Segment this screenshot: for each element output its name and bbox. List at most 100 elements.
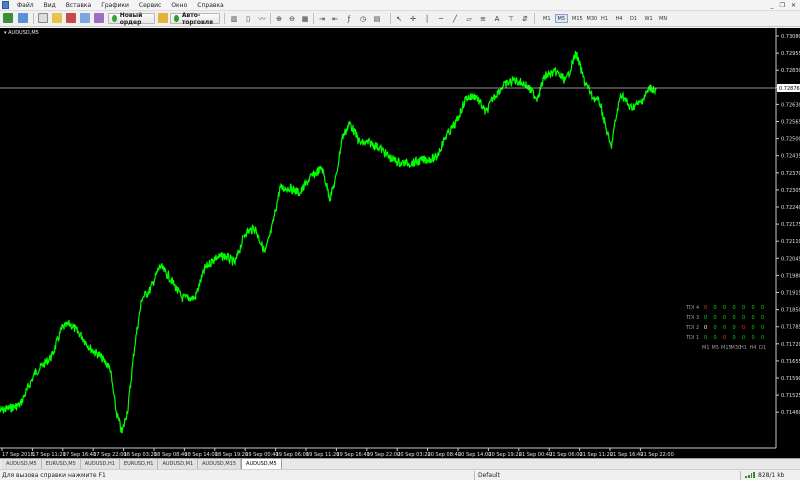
timeframe-mn[interactable]: MN bbox=[656, 14, 670, 23]
tdi-row-label: TDI 2 bbox=[685, 325, 699, 331]
price-label: 0.71655 bbox=[781, 359, 800, 365]
tdi-row-label: TDI 4 bbox=[685, 305, 699, 311]
terminal-window: Файл Вид Вставка Графики Сервис Окно Справка _… bbox=[0, 0, 800, 480]
tile-windows-icon[interactable]: ▦ bbox=[300, 13, 310, 24]
chart-tab[interactable]: EURUSD,M5 bbox=[41, 459, 81, 469]
traffic-status: 828/1 kb bbox=[758, 472, 785, 479]
chart-title: ▾ AUDUSD,M5 bbox=[4, 30, 39, 36]
zoom-in-icon[interactable]: ⊕ bbox=[274, 13, 284, 24]
chart-tabs: AUDUSD,M5 EURUSD,M5 AUDUSD,H1 EURUSD,H1 AUDU… bbox=[0, 458, 800, 469]
chart-tab[interactable]: AUDUSD,M15 bbox=[198, 459, 242, 469]
terminal-icon[interactable] bbox=[80, 13, 90, 23]
candlestick-icon[interactable]: ▯ bbox=[243, 13, 253, 24]
bar-chart-icon[interactable]: ▥ bbox=[229, 13, 239, 24]
price-label: 0.72305 bbox=[781, 188, 800, 194]
price-label: 0.71785 bbox=[781, 325, 800, 331]
chart-shift-icon[interactable]: ⇤ bbox=[330, 13, 340, 24]
trendline-icon[interactable]: ╱ bbox=[450, 13, 460, 24]
timeframe-d1[interactable]: D1 bbox=[627, 14, 640, 23]
chart-tab[interactable]: AUDUSD,M5 bbox=[2, 459, 42, 469]
zoom-out-icon[interactable]: ⊖ bbox=[287, 13, 297, 24]
chart-tab[interactable]: AUDUSD,M1 bbox=[158, 459, 199, 469]
tdi-value: 0 bbox=[742, 325, 745, 331]
tdi-value: 0 bbox=[733, 305, 736, 311]
chart-menu-arrow-icon[interactable]: ▾ bbox=[4, 30, 7, 36]
chart-tab[interactable]: EURUSD,H1 bbox=[119, 459, 159, 469]
menu-item-3[interactable]: Графики bbox=[96, 0, 134, 11]
new-order-button[interactable]: Новый ордер bbox=[108, 12, 155, 26]
menu-item-2[interactable]: Вставка bbox=[61, 0, 96, 11]
vertical-line-icon[interactable]: │ bbox=[422, 13, 432, 24]
tdi-value: 0 bbox=[752, 315, 755, 321]
tdi-column-label: D1 bbox=[759, 345, 766, 351]
fibonacci-icon[interactable]: ≡ bbox=[478, 13, 488, 24]
tdi-value: 0 bbox=[704, 315, 707, 321]
auto-trading-icon bbox=[174, 15, 179, 22]
price-label: 0.71720 bbox=[781, 342, 800, 348]
price-label: 0.73080 bbox=[781, 34, 800, 40]
toolbar: Новый ордер Авто-торговля ▥ ▯ 〰 ⊕ ⊖ ▦ ⇥ … bbox=[0, 11, 800, 27]
close-icon[interactable]: ✕ bbox=[791, 1, 796, 10]
menu-item-4[interactable]: Сервис bbox=[134, 0, 166, 11]
tdi-row-label: TDI 3 bbox=[685, 315, 699, 321]
tdi-value: 0 bbox=[742, 315, 745, 321]
tdi-value: 0 bbox=[733, 335, 736, 341]
profiles-icon[interactable] bbox=[18, 13, 28, 23]
connection-icon bbox=[745, 472, 755, 478]
timeframe-h4[interactable]: H4 bbox=[613, 14, 626, 23]
tdi-value: 0 bbox=[723, 305, 726, 311]
tdi-value: 0 bbox=[752, 305, 755, 311]
price-line bbox=[0, 50, 657, 434]
indicators-icon[interactable]: ƒ bbox=[344, 13, 354, 24]
templates-icon[interactable]: ▤ bbox=[372, 13, 382, 24]
horizontal-line-icon[interactable]: ─ bbox=[436, 13, 446, 24]
tdi-value: 0 bbox=[714, 315, 717, 321]
strategy-tester-icon[interactable] bbox=[94, 13, 104, 23]
price-label: 0.72045 bbox=[781, 256, 800, 262]
price-label: 0.72565 bbox=[781, 120, 800, 126]
timeframe-m5[interactable]: M5 bbox=[554, 14, 568, 23]
menu-item-1[interactable]: Вид bbox=[39, 0, 61, 11]
chart-tab[interactable]: AUDUSD,H1 bbox=[80, 459, 120, 469]
tdi-column-label: H1 bbox=[740, 345, 747, 351]
menu-item-0[interactable]: Файл bbox=[12, 0, 39, 11]
tdi-value: 0 bbox=[752, 335, 755, 341]
timeframe-w1[interactable]: W1 bbox=[642, 14, 656, 23]
text-icon[interactable]: A bbox=[492, 13, 502, 24]
arrows-icon[interactable]: ⇵ bbox=[520, 13, 530, 24]
tdi-value: 0 bbox=[714, 335, 717, 341]
periods-icon[interactable]: ◷ bbox=[358, 13, 368, 24]
menu-item-6[interactable]: Справка bbox=[192, 0, 228, 11]
tdi-value: 0 bbox=[761, 315, 764, 321]
profile-name: Default bbox=[478, 472, 500, 479]
menu-bar: Файл Вид Вставка Графики Сервис Окно Справка _… bbox=[0, 0, 800, 11]
navigator-icon[interactable] bbox=[66, 13, 76, 23]
restore-icon[interactable]: ❐ bbox=[780, 1, 785, 10]
new-order-icon bbox=[112, 15, 117, 22]
crosshair-icon[interactable]: ✛ bbox=[408, 13, 418, 24]
chart-tab[interactable]: AUDUSD,M5 bbox=[241, 459, 282, 469]
tdi-value: 0 bbox=[761, 335, 764, 341]
timeframe-m1[interactable]: M1 bbox=[540, 14, 554, 23]
price-label: 0.71850 bbox=[781, 308, 800, 314]
minimize-icon[interactable]: _ bbox=[771, 1, 774, 10]
meta-editor-icon[interactable] bbox=[158, 13, 168, 23]
chart-canvas[interactable]: 0.730800.729550.728300.727650.726300.725… bbox=[0, 28, 800, 458]
auto-trading-button[interactable]: Авто-торговля bbox=[170, 12, 220, 26]
timeframe-h1[interactable]: H1 bbox=[598, 14, 611, 23]
cursor-icon[interactable]: ↖ bbox=[394, 13, 404, 24]
price-label: 0.71590 bbox=[781, 376, 800, 382]
line-chart-icon[interactable]: 〰 bbox=[257, 13, 267, 24]
tdi-column-label: M5 bbox=[712, 345, 720, 351]
price-label: 0.72500 bbox=[781, 137, 800, 143]
chart-area[interactable]: 0.730800.729550.728300.727650.726300.725… bbox=[0, 28, 800, 458]
tdi-row-label: TDI 1 bbox=[685, 335, 699, 341]
menu-item-5[interactable]: Окно bbox=[166, 0, 192, 11]
label-icon[interactable]: ⊤ bbox=[506, 13, 516, 24]
equidistant-channel-icon[interactable]: ▱ bbox=[464, 13, 474, 24]
market-watch-icon[interactable] bbox=[38, 13, 48, 23]
new-chart-icon[interactable] bbox=[3, 13, 13, 23]
auto-scroll-icon[interactable]: ⇥ bbox=[317, 13, 327, 24]
data-window-icon[interactable] bbox=[52, 13, 62, 23]
tdi-column-label: M1 bbox=[702, 345, 710, 351]
